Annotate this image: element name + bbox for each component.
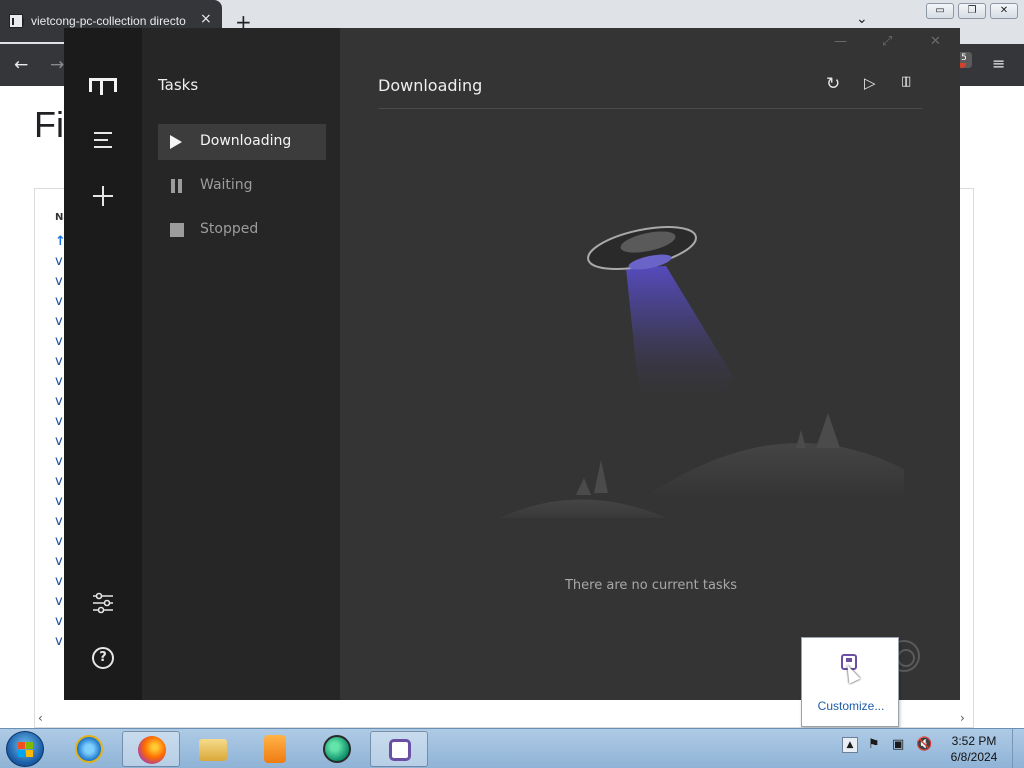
- start-button[interactable]: [6, 731, 44, 767]
- scroll-left-icon[interactable]: ‹: [38, 711, 43, 725]
- show-desktop-button[interactable]: [1012, 729, 1024, 768]
- clock-date[interactable]: 6/8/2024: [944, 750, 1004, 764]
- taskbar-chat-app[interactable]: [308, 731, 366, 767]
- help-icon[interactable]: ?: [92, 647, 114, 669]
- forward-arrow-icon[interactable]: →: [50, 55, 64, 75]
- chat-bubble-icon: [323, 735, 351, 763]
- tab-close-icon[interactable]: ×: [200, 11, 212, 27]
- customize-link[interactable]: Customize...: [802, 699, 900, 713]
- app-minimize-button[interactable]: —: [834, 34, 847, 49]
- library-favicon-icon: [9, 14, 24, 28]
- stop-icon: [170, 223, 184, 237]
- sidebar-item-label: Stopped: [200, 221, 259, 237]
- browser-tab-title: vietcong-pc-collection directo: [31, 14, 186, 28]
- page-title: Downloading: [378, 76, 483, 95]
- motrix-window: ? Tasks Downloading Waiting Stopped — ⤢ …: [64, 28, 960, 700]
- sidebar-item-stopped[interactable]: Stopped: [158, 212, 326, 248]
- motrix-logo-icon: [89, 78, 117, 95]
- ufo-illustration: [499, 226, 904, 518]
- plus-icon[interactable]: [90, 183, 116, 209]
- taskbar-internet-explorer[interactable]: [60, 731, 118, 767]
- sidebar-item-downloading[interactable]: Downloading: [158, 124, 326, 160]
- tab-search-chevron-icon[interactable]: ⌄: [856, 11, 868, 27]
- clock-time[interactable]: 3:52 PM: [944, 734, 1004, 748]
- action-center-flag-icon[interactable]: ⚑: [868, 737, 880, 752]
- app-close-button[interactable]: ✕: [930, 34, 941, 49]
- taskbar-media-player[interactable]: [246, 731, 304, 767]
- pause-all-icon[interactable]: ▯▯: [901, 74, 921, 94]
- motrix-app-icon: [389, 739, 411, 761]
- taskbar-motrix[interactable]: [370, 731, 428, 767]
- taskbar-file-explorer[interactable]: [184, 731, 242, 767]
- sliders-icon[interactable]: [90, 590, 116, 616]
- folder-icon: [199, 739, 227, 761]
- browser-close-button[interactable]: ✕: [990, 3, 1018, 19]
- browser-menu-icon[interactable]: ≡: [992, 54, 1005, 73]
- sidebar-item-label: Downloading: [200, 133, 292, 149]
- hamburger-icon[interactable]: [90, 127, 116, 153]
- app-maximize-button[interactable]: ⤢: [882, 34, 892, 49]
- scroll-right-icon[interactable]: ›: [960, 711, 965, 725]
- internet-explorer-icon: [75, 735, 103, 763]
- refresh-icon[interactable]: ↻: [826, 74, 846, 94]
- volume-muted-icon[interactable]: 🔇: [916, 737, 932, 752]
- page-heading: Fi: [34, 104, 64, 145]
- firefox-icon: [138, 736, 166, 764]
- resume-all-icon[interactable]: ▷: [864, 74, 884, 94]
- sidebar-item-label: Waiting: [200, 177, 253, 193]
- task-list-sidebar: Tasks Downloading Waiting Stopped: [142, 28, 340, 700]
- windows-flag-icon: [18, 742, 34, 758]
- play-icon: [170, 135, 184, 149]
- network-icon[interactable]: ▣: [892, 737, 904, 752]
- taskbar-firefox[interactable]: [122, 731, 180, 767]
- show-hidden-icons-icon[interactable]: ▲: [842, 737, 858, 753]
- sidebar-title: Tasks: [158, 76, 199, 94]
- app-nav-rail: ?: [64, 28, 142, 700]
- empty-state-message: There are no current tasks: [564, 578, 737, 593]
- media-player-icon: [264, 735, 286, 763]
- browser-restore-button[interactable]: ❐: [958, 3, 986, 19]
- browser-minimize-button[interactable]: ▭: [926, 3, 954, 19]
- sidebar-item-waiting[interactable]: Waiting: [158, 168, 326, 204]
- pause-icon: [170, 179, 184, 193]
- header-divider: [378, 108, 922, 109]
- back-arrow-icon[interactable]: ←: [14, 55, 28, 75]
- windows-taskbar: ▲ ⚑ ▣ 🔇 3:52 PM 6/8/2024: [0, 728, 1024, 768]
